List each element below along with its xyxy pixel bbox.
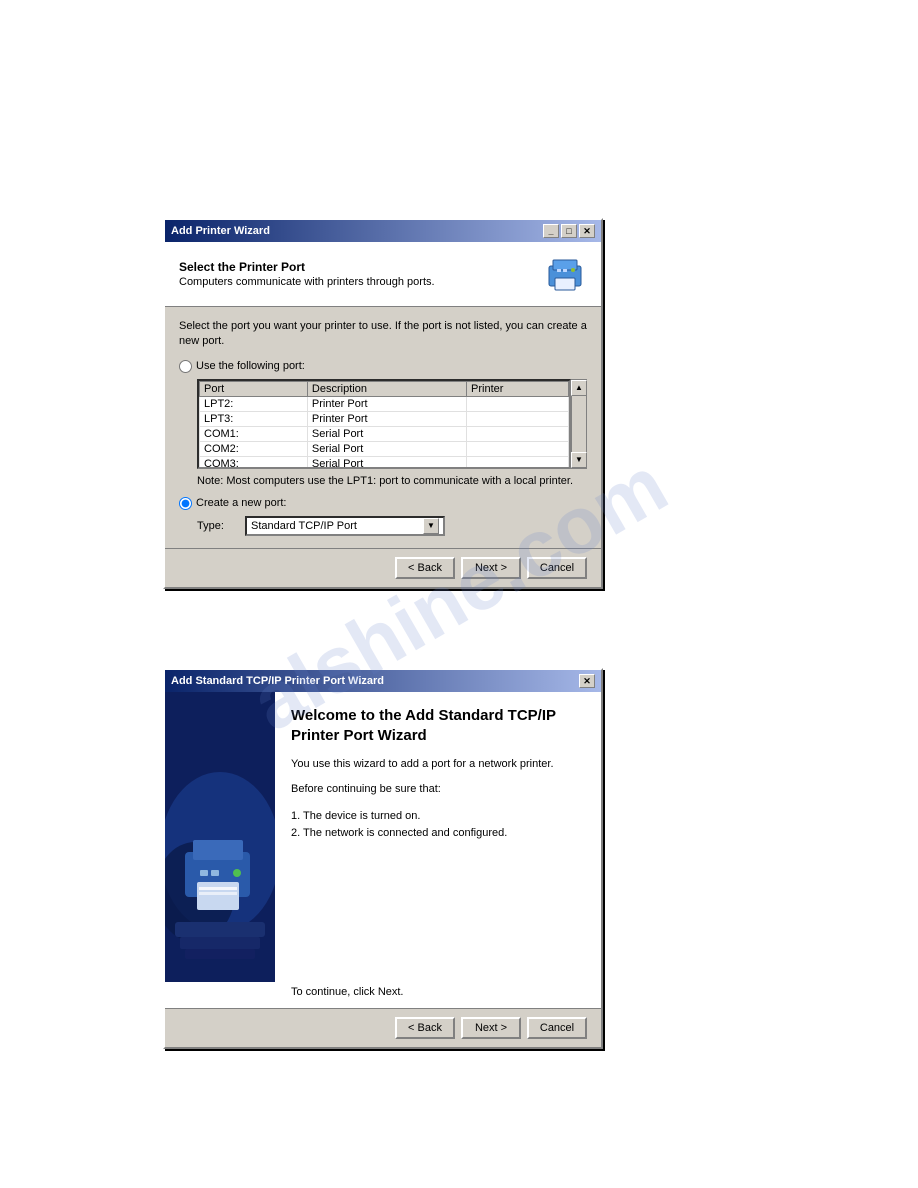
checklist: 1. The device is turned on. 2. The netwo… [291, 808, 585, 843]
table-row[interactable]: LPT2:Printer Port [200, 396, 569, 411]
wizard-header: Select the Printer Port Computers commun… [165, 242, 601, 307]
scroll-up-button[interactable]: ▲ [571, 380, 587, 396]
table-row[interactable]: LPT3:Printer Port [200, 411, 569, 426]
col-printer: Printer [467, 381, 569, 396]
table-cell: COM2: [200, 441, 308, 456]
back-button[interactable]: < Back [395, 557, 455, 579]
wizard-header-text: Select the Printer Port Computers commun… [179, 260, 435, 288]
table-cell [467, 396, 569, 411]
table-row[interactable]: COM3:Serial Port [200, 456, 569, 469]
port-table-wrapper: Port Description Printer LPT2:Printer Po… [197, 379, 587, 469]
continue-text: To continue, click Next. [291, 986, 404, 998]
wizard-header-subtitle: Computers communicate with printers thro… [179, 276, 435, 288]
table-cell: Serial Port [307, 426, 466, 441]
tcpip-wizard-dialog: Add Standard TCP/IP Printer Port Wizard … [163, 668, 603, 1049]
table-row[interactable]: COM1:Serial Port [200, 426, 569, 441]
table-cell: Printer Port [307, 396, 466, 411]
sidebar-decoration [165, 692, 275, 982]
use-existing-label: Use the following port: [196, 360, 305, 372]
wizard-description: Select the port you want your printer to… [179, 319, 587, 350]
scroll-thumb[interactable] [572, 396, 586, 452]
dialog2-close-button[interactable]: ✕ [579, 674, 595, 688]
table-cell [467, 411, 569, 426]
dialog2-body: Welcome to the Add Standard TCP/IP Print… [165, 692, 601, 982]
use-existing-radio[interactable] [179, 360, 192, 373]
checklist-item-1: 1. The device is turned on. [291, 808, 585, 826]
titlebar-buttons: _ □ ✕ [543, 224, 595, 238]
col-description: Description [307, 381, 466, 396]
dialog2-footer: < Back Next > Cancel [165, 1008, 601, 1047]
minimize-button[interactable]: _ [543, 224, 559, 238]
create-new-port-option[interactable]: Create a new port: [179, 497, 587, 510]
dialog2-next-button[interactable]: Next > [461, 1017, 521, 1039]
table-cell: Serial Port [307, 456, 466, 469]
table-cell: COM1: [200, 426, 308, 441]
table-cell: COM3: [200, 456, 308, 469]
table-cell [467, 426, 569, 441]
wizard-header-title: Select the Printer Port [179, 260, 435, 274]
dialog2-description: You use this wizard to add a port for a … [291, 757, 585, 772]
dialog2-title: Add Standard TCP/IP Printer Port Wizard [171, 675, 384, 687]
maximize-button[interactable]: □ [561, 224, 577, 238]
close-button[interactable]: ✕ [579, 224, 595, 238]
sidebar-image [165, 692, 275, 982]
table-cell: Printer Port [307, 411, 466, 426]
col-port: Port [200, 381, 308, 396]
type-label: Type: [197, 520, 237, 532]
printer-port-icon [543, 252, 587, 296]
dialog2-main-content: Welcome to the Add Standard TCP/IP Print… [275, 692, 601, 982]
create-new-radio[interactable] [179, 497, 192, 510]
table-row[interactable]: COM2:Serial Port [200, 441, 569, 456]
dialog2-sidebar [165, 692, 275, 982]
create-new-label: Create a new port: [196, 497, 287, 509]
add-printer-wizard-dialog: Add Printer Wizard _ □ ✕ Select the Prin… [163, 218, 603, 589]
dialog2-titlebar-buttons: ✕ [579, 674, 595, 688]
table-cell: LPT2: [200, 396, 308, 411]
table-cell [467, 441, 569, 456]
dialog1-titlebar: Add Printer Wizard _ □ ✕ [165, 220, 601, 242]
before-label: Before continuing be sure that: [291, 782, 585, 797]
dialog1-title: Add Printer Wizard [171, 225, 270, 237]
dialog2-cancel-button[interactable]: Cancel [527, 1017, 587, 1039]
dropdown-value: Standard TCP/IP Port [251, 520, 357, 532]
lpt1-note: Note: Most computers use the LPT1: port … [197, 475, 587, 487]
continue-text-area: To continue, click Next. [165, 982, 601, 1008]
port-table: Port Description Printer LPT2:Printer Po… [199, 381, 569, 469]
port-scrollbar[interactable]: ▲ ▼ [571, 379, 587, 469]
dialog2-titlebar: Add Standard TCP/IP Printer Port Wizard … [165, 670, 601, 692]
dropdown-arrow-icon[interactable]: ▼ [423, 518, 439, 534]
next-button[interactable]: Next > [461, 557, 521, 579]
table-cell: LPT3: [200, 411, 308, 426]
cancel-button[interactable]: Cancel [527, 557, 587, 579]
dialog2-back-button[interactable]: < Back [395, 1017, 455, 1039]
dialog2-heading: Welcome to the Add Standard TCP/IP Print… [291, 706, 585, 745]
table-cell [467, 456, 569, 469]
scroll-down-button[interactable]: ▼ [571, 452, 587, 468]
checklist-item-2: 2. The network is connected and configur… [291, 825, 585, 843]
port-type-dropdown[interactable]: Standard TCP/IP Port ▼ [245, 516, 445, 536]
create-port-row: Type: Standard TCP/IP Port ▼ [197, 516, 587, 536]
wizard-content: Select the port you want your printer to… [165, 307, 601, 548]
dialog1-footer: < Back Next > Cancel [165, 548, 601, 587]
use-following-port-option[interactable]: Use the following port: [179, 360, 587, 373]
table-cell: Serial Port [307, 441, 466, 456]
port-table-scroll[interactable]: Port Description Printer LPT2:Printer Po… [197, 379, 571, 469]
